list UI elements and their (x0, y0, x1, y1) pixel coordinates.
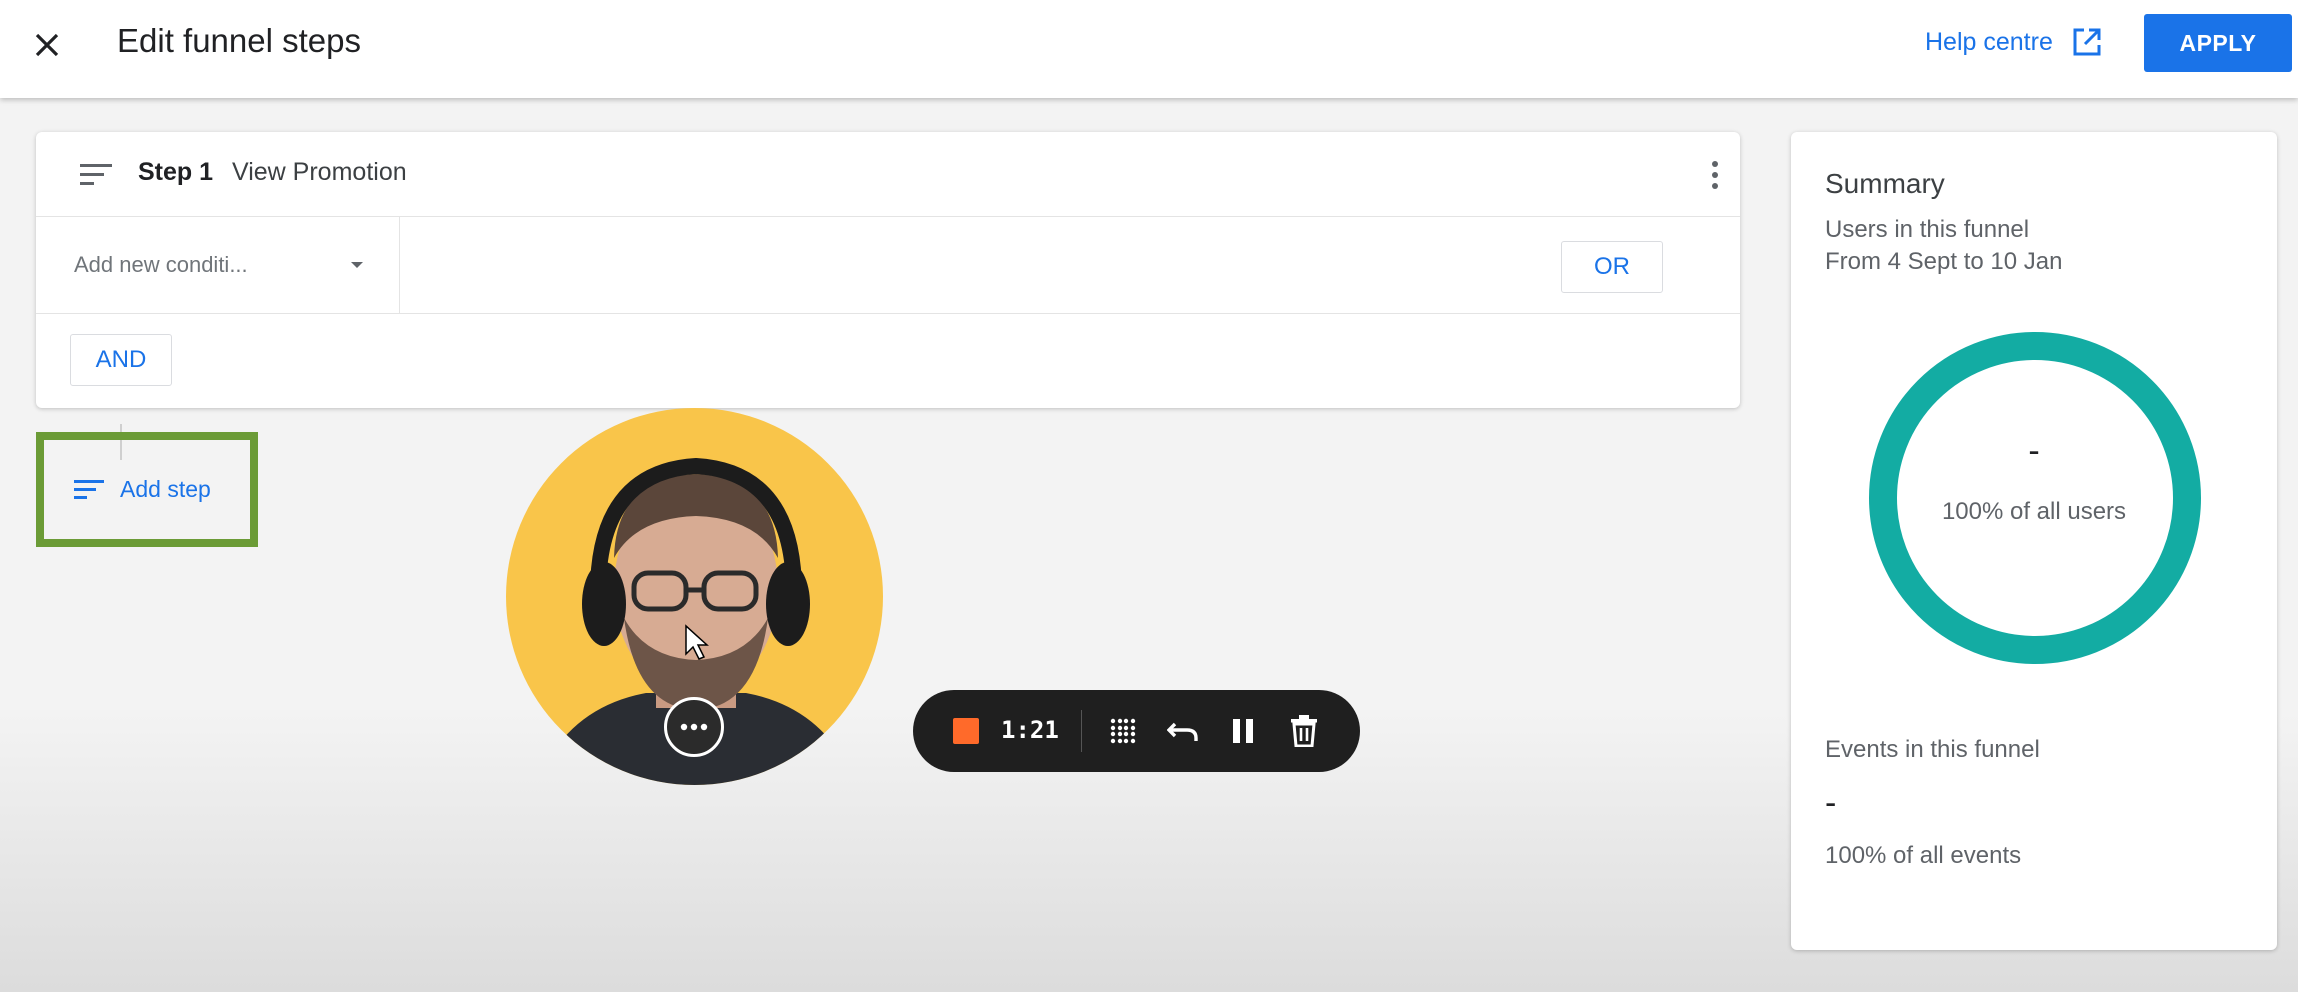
open-in-new-icon (2073, 28, 2101, 56)
sort-lines-icon (74, 479, 104, 499)
events-value: - (1825, 784, 1837, 822)
add-step-button[interactable]: Add step (36, 432, 258, 547)
events-percentage: 100% of all events (1825, 842, 2022, 869)
users-percentage: 100% of all users (1941, 498, 2127, 525)
step-header: Step 1 View Promotion (36, 132, 1740, 217)
recording-time: 1:21 (1001, 716, 1059, 744)
divider (1081, 710, 1082, 752)
help-centre-label: Help centre (1925, 27, 2053, 56)
step-number: Step 1 (138, 158, 214, 186)
add-condition-dropdown[interactable]: Add new conditi... (74, 217, 400, 313)
dropdown-caret-icon (351, 262, 363, 268)
stop-icon[interactable] (953, 718, 979, 744)
more-horiz-icon (680, 723, 708, 731)
step-name[interactable]: View Promotion (232, 158, 407, 187)
pause-icon[interactable] (1231, 717, 1255, 745)
funnel-step-card: Step 1 View Promotion Add new conditi...… (36, 132, 1740, 408)
condition-placeholder: Add new conditi... (74, 252, 248, 277)
events-in-funnel-label: Events in this funnel (1825, 736, 2040, 763)
sort-lines-icon[interactable] (80, 160, 114, 190)
page-title: Edit funnel steps (117, 22, 361, 59)
recording-control-bar: 1:21 (913, 690, 1360, 772)
trash-icon[interactable] (1290, 715, 1318, 747)
summary-title: Summary (1825, 168, 1945, 199)
add-step-label: Add step (120, 476, 211, 502)
close-button[interactable] (28, 26, 66, 64)
more-vert-icon[interactable] (1710, 160, 1720, 190)
webcam-more-button[interactable] (664, 697, 724, 757)
users-value: - (2028, 432, 2040, 470)
or-button[interactable]: OR (1561, 241, 1663, 293)
undo-icon[interactable] (1167, 718, 1199, 744)
grid-dots-icon[interactable] (1109, 717, 1137, 745)
apply-button[interactable]: APPLY (2144, 14, 2292, 72)
close-icon (35, 33, 59, 57)
webcam-bubble[interactable] (506, 408, 883, 785)
summary-panel: Summary Users in this funnel From 4 Sept… (1791, 132, 2277, 950)
condition-row: Add new conditi... OR (36, 217, 1740, 314)
top-app-bar: Edit funnel steps Help centre APPLY (0, 0, 2298, 98)
users-in-funnel-label: Users in this funnel (1825, 216, 2030, 243)
and-button[interactable]: AND (70, 334, 172, 386)
date-range: From 4 Sept to 10 Jan (1825, 248, 2063, 275)
help-centre-link[interactable]: Help centre (1925, 26, 2103, 58)
